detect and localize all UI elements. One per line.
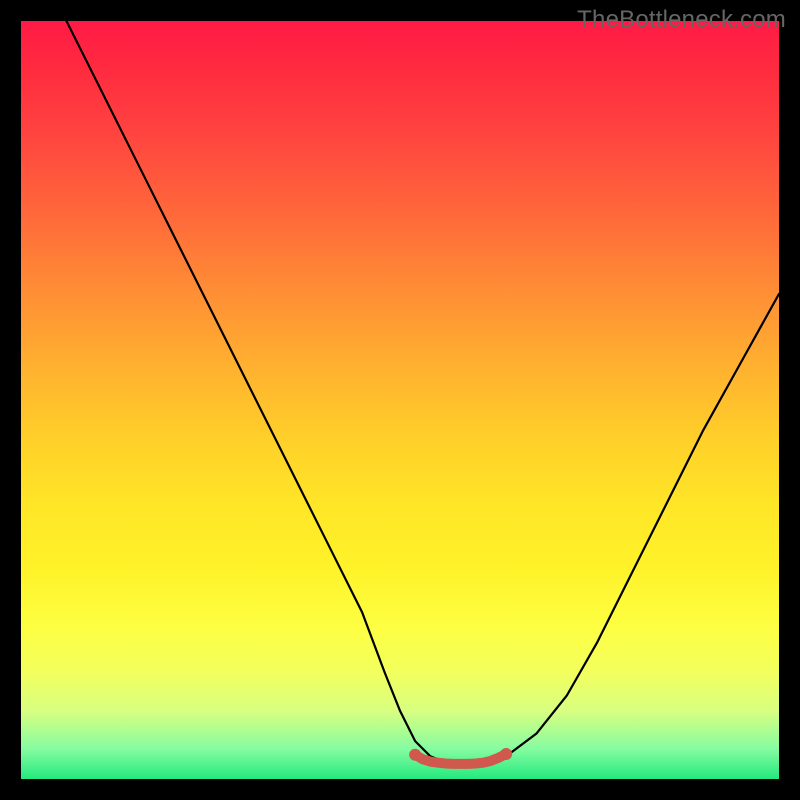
- main-curve: [66, 21, 779, 764]
- chart-svg: [21, 21, 779, 779]
- marker-start-dot: [409, 749, 421, 761]
- watermark-text: TheBottleneck.com: [577, 6, 786, 34]
- marker-end-dot: [500, 748, 512, 760]
- chart-frame: TheBottleneck.com: [0, 0, 800, 800]
